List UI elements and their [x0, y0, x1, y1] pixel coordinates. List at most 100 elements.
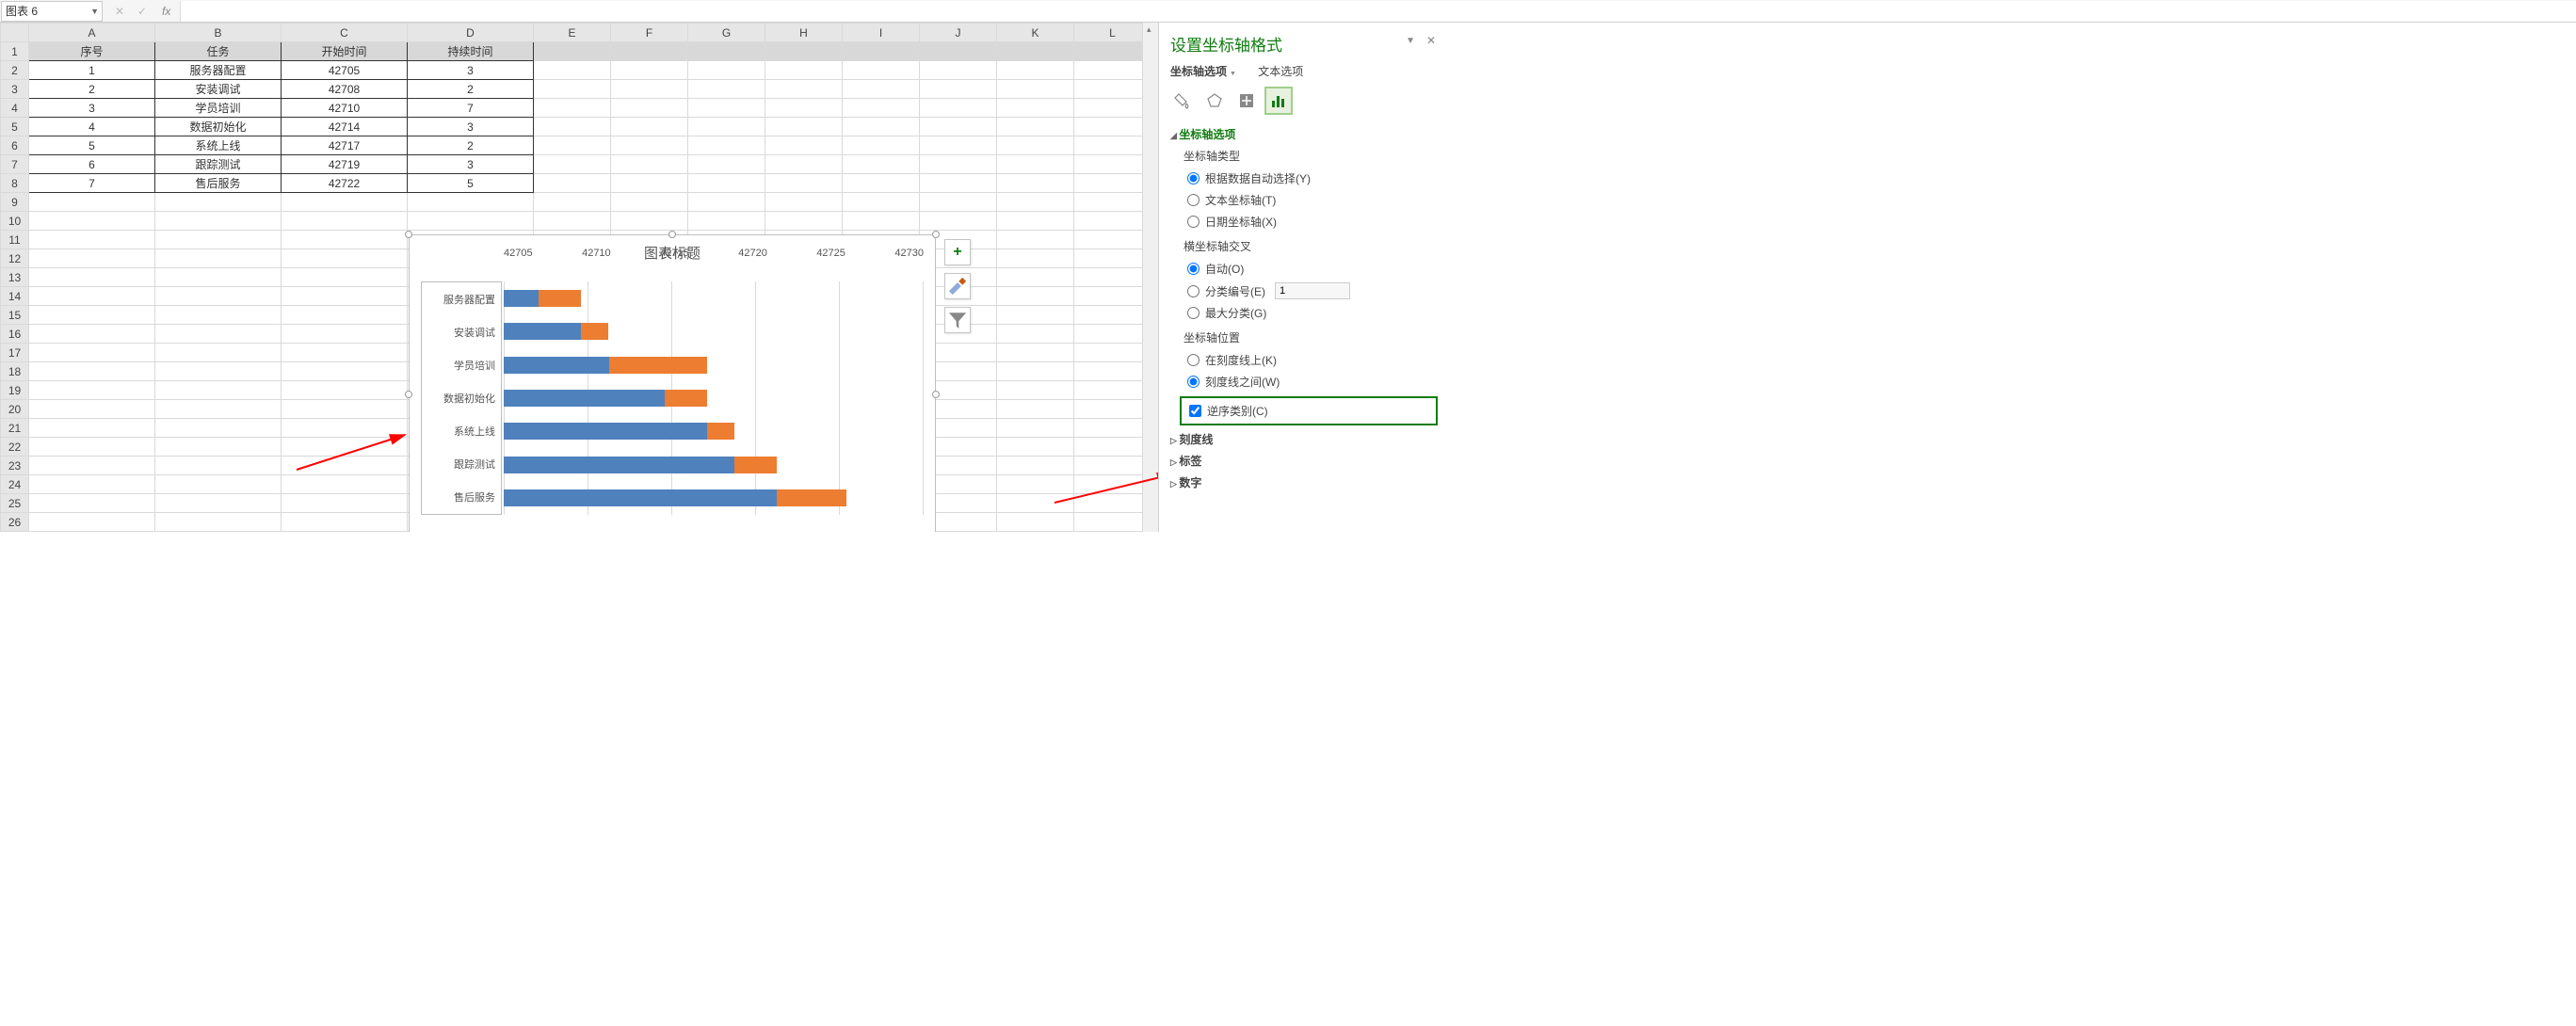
- cell[interactable]: 3: [408, 61, 534, 80]
- cell[interactable]: [1074, 457, 1151, 475]
- cell[interactable]: [534, 136, 611, 155]
- col-header[interactable]: L: [1074, 24, 1151, 42]
- cell[interactable]: [1074, 325, 1151, 344]
- cell[interactable]: [765, 136, 843, 155]
- resize-handle[interactable]: [668, 231, 676, 238]
- cell[interactable]: 7: [29, 174, 155, 193]
- chart-style-button[interactable]: [944, 273, 971, 299]
- cell[interactable]: [29, 325, 155, 344]
- fill-icon[interactable]: [1170, 88, 1195, 113]
- cell[interactable]: [282, 457, 408, 475]
- radio-input[interactable]: [1187, 285, 1199, 297]
- cell[interactable]: 任务: [155, 42, 282, 61]
- cell[interactable]: 系统上线: [155, 136, 282, 155]
- resize-handle[interactable]: [932, 391, 940, 398]
- cell[interactable]: [920, 80, 997, 99]
- row-header[interactable]: 3: [1, 80, 29, 99]
- cell[interactable]: [997, 381, 1074, 400]
- bar-segment[interactable]: [504, 323, 581, 340]
- cell[interactable]: 持续时间: [408, 42, 534, 61]
- bar-row[interactable]: [504, 290, 924, 307]
- cell[interactable]: [408, 212, 534, 231]
- cell[interactable]: [765, 80, 843, 99]
- cell[interactable]: [920, 155, 997, 174]
- radio-input[interactable]: [1187, 172, 1199, 184]
- row-header[interactable]: 21: [1, 419, 29, 438]
- cell[interactable]: [534, 99, 611, 118]
- cell[interactable]: [688, 80, 765, 99]
- section-axis-options[interactable]: 坐标轴选项: [1170, 126, 1434, 142]
- plot-area[interactable]: [504, 281, 924, 515]
- cell[interactable]: [611, 118, 688, 136]
- cell[interactable]: [997, 513, 1074, 532]
- row-header[interactable]: 9: [1, 193, 29, 212]
- cell[interactable]: [997, 457, 1074, 475]
- cell[interactable]: [29, 419, 155, 438]
- checkbox-reverse-categories[interactable]: 逆序类别(C): [1185, 400, 1432, 422]
- cell[interactable]: 6: [29, 155, 155, 174]
- cell[interactable]: [997, 80, 1074, 99]
- panel-menu-icon[interactable]: ▼: [1406, 36, 1415, 46]
- y-axis-labels[interactable]: 服务器配置安装调试学员培训数据初始化系统上线跟踪测试售后服务: [421, 281, 502, 515]
- radio-pos-on-tick[interactable]: 在刻度线上(K): [1183, 349, 1434, 371]
- cell[interactable]: 42722: [282, 174, 408, 193]
- name-box-dropdown-icon[interactable]: ▼: [90, 7, 99, 16]
- cell[interactable]: [765, 61, 843, 80]
- cell[interactable]: [920, 99, 997, 118]
- cell[interactable]: 3: [29, 99, 155, 118]
- cell[interactable]: [843, 155, 920, 174]
- bar-row[interactable]: [504, 457, 924, 473]
- cell[interactable]: 7: [408, 99, 534, 118]
- cell[interactable]: 42705: [282, 61, 408, 80]
- bar-segment[interactable]: [665, 390, 707, 407]
- cell[interactable]: [29, 494, 155, 513]
- row-header[interactable]: 4: [1, 99, 29, 118]
- cell[interactable]: [611, 193, 688, 212]
- cell[interactable]: [155, 475, 282, 494]
- cell[interactable]: [1074, 249, 1151, 268]
- cell[interactable]: [997, 287, 1074, 306]
- cell[interactable]: [282, 231, 408, 249]
- cell[interactable]: 3: [408, 118, 534, 136]
- row-header[interactable]: 14: [1, 287, 29, 306]
- cell[interactable]: [765, 99, 843, 118]
- row-header[interactable]: 26: [1, 513, 29, 532]
- cell[interactable]: [765, 155, 843, 174]
- cell[interactable]: [765, 193, 843, 212]
- cell[interactable]: [997, 400, 1074, 419]
- row-header[interactable]: 1: [1, 42, 29, 61]
- cell[interactable]: [843, 99, 920, 118]
- bar-segment[interactable]: [777, 489, 846, 506]
- cell[interactable]: [997, 118, 1074, 136]
- cell[interactable]: [155, 231, 282, 249]
- bar-row[interactable]: [504, 423, 924, 440]
- bar-row[interactable]: [504, 390, 924, 407]
- row-header[interactable]: 20: [1, 400, 29, 419]
- cell[interactable]: [155, 249, 282, 268]
- cell[interactable]: [1074, 174, 1151, 193]
- cell[interactable]: [282, 249, 408, 268]
- cell[interactable]: [155, 419, 282, 438]
- cell[interactable]: 序号: [29, 42, 155, 61]
- cell[interactable]: [29, 287, 155, 306]
- resize-handle[interactable]: [405, 231, 412, 238]
- row-header[interactable]: 22: [1, 438, 29, 457]
- cell[interactable]: [282, 419, 408, 438]
- cell[interactable]: [534, 174, 611, 193]
- cell[interactable]: [155, 400, 282, 419]
- cell[interactable]: [1074, 400, 1151, 419]
- cell[interactable]: [688, 155, 765, 174]
- bar-segment[interactable]: [504, 290, 539, 307]
- cell[interactable]: [155, 306, 282, 325]
- col-header[interactable]: E: [534, 24, 611, 42]
- col-header[interactable]: I: [843, 24, 920, 42]
- cell[interactable]: [1074, 193, 1151, 212]
- cell[interactable]: [29, 306, 155, 325]
- cell[interactable]: [688, 118, 765, 136]
- cell[interactable]: [920, 136, 997, 155]
- cell[interactable]: [997, 475, 1074, 494]
- cell[interactable]: [843, 61, 920, 80]
- col-header[interactable]: F: [611, 24, 688, 42]
- cell[interactable]: [997, 268, 1074, 287]
- cell[interactable]: [688, 174, 765, 193]
